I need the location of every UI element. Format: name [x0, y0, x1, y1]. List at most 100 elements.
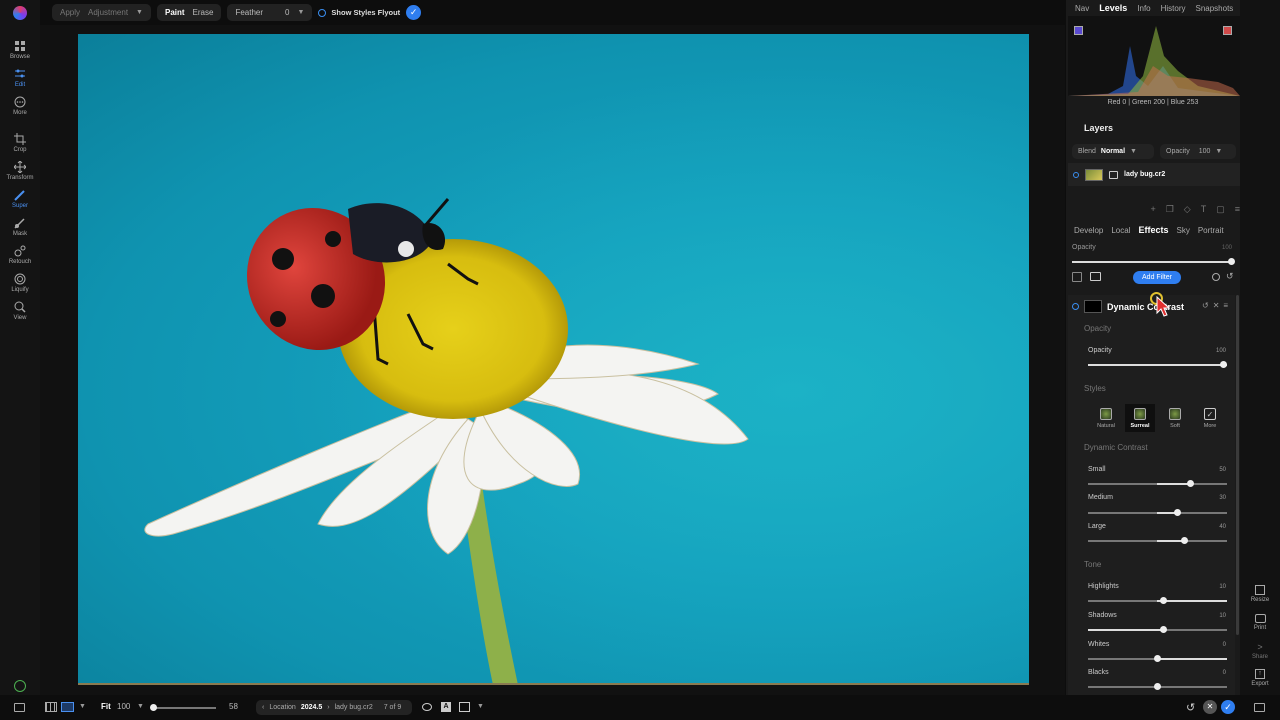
tool-view[interactable]: View	[0, 301, 40, 321]
location-value[interactable]: 2024.5	[301, 704, 322, 711]
tool-more[interactable]: More	[0, 96, 40, 116]
apply-adjustment-group[interactable]: Apply Adjustment ▼	[52, 4, 151, 21]
done-button[interactable]: ✓	[1221, 700, 1235, 714]
location-breadcrumb[interactable]: ‹ Location 2024.5 › lady bug.cr2 7 of 9	[256, 700, 412, 715]
feather-value[interactable]: 0	[285, 8, 289, 17]
single-view-icon[interactable]	[61, 702, 74, 712]
paint-fill-icon[interactable]: ◇	[1184, 204, 1191, 215]
share-button[interactable]: > Share	[1240, 642, 1280, 660]
tool-browse[interactable]: Browse	[0, 40, 40, 60]
apply-check-button[interactable]: ✓	[406, 5, 422, 20]
tool-crop[interactable]: Crop	[0, 133, 40, 153]
filter-visibility-icon[interactable]	[1072, 272, 1082, 282]
slider-knob[interactable]	[1220, 361, 1227, 368]
style-natural[interactable]: Natural	[1091, 404, 1121, 432]
tool-label: Super	[11, 203, 28, 209]
reset-icon[interactable]: ↺	[1226, 271, 1234, 282]
export-button[interactable]: ↑ Export	[1240, 669, 1280, 687]
adjustment-dropdown[interactable]: Adjustment	[88, 8, 128, 17]
histogram-graph	[1068, 26, 1240, 96]
layer-opacity-dropdown[interactable]: Opacity 100 ▼	[1160, 144, 1236, 159]
tab-history[interactable]: History	[1161, 4, 1186, 13]
fit-button[interactable]: Fit	[101, 702, 111, 711]
photo-canvas[interactable]	[78, 34, 1029, 685]
eye-icon[interactable]	[422, 703, 432, 711]
thumbnail-size-slider[interactable]	[152, 707, 216, 709]
erase-button[interactable]: Erase	[193, 8, 214, 17]
panel-scrollbar[interactable]	[1236, 295, 1239, 635]
add-filter-button[interactable]: Add Filter	[1133, 271, 1181, 284]
tool-liquify[interactable]: Liquify	[0, 273, 40, 293]
print-button[interactable]: Print	[1240, 614, 1280, 631]
tool-retouch[interactable]: Retouch	[0, 245, 40, 265]
add-layer-icon[interactable]: +	[1150, 204, 1155, 215]
visibility-icon[interactable]	[1073, 171, 1079, 178]
resize-button[interactable]: Resize	[1240, 585, 1280, 603]
mask-icon[interactable]	[1109, 170, 1118, 179]
slider-knob[interactable]	[1174, 509, 1181, 516]
delete-icon[interactable]: ▢	[1216, 204, 1225, 215]
layer-name: lady bug.cr2	[1124, 171, 1166, 178]
crop-icon	[14, 133, 26, 145]
tab-info[interactable]: Info	[1137, 4, 1150, 13]
tab-nav[interactable]: Nav	[1075, 4, 1089, 13]
resize-icon	[1255, 585, 1265, 595]
tool-edit[interactable]: Edit	[0, 68, 40, 88]
styles-flyout-toggle[interactable]: Show Styles Flyout	[318, 8, 400, 17]
style-surreal[interactable]: Surreal	[1125, 404, 1155, 432]
feather-group[interactable]: Feather 0 ▼	[227, 4, 313, 21]
style-more[interactable]: ✓ More	[1195, 404, 1225, 432]
style-soft[interactable]: Soft	[1160, 404, 1190, 432]
tab-effects[interactable]: Effects	[1138, 225, 1168, 235]
reset-icon[interactable]: ↺	[1202, 301, 1209, 310]
tool-label: Retouch	[8, 259, 32, 265]
slider-knob[interactable]	[150, 704, 157, 711]
sync-icon[interactable]	[14, 680, 26, 692]
filter-visibility-icon[interactable]	[1072, 303, 1079, 310]
mask-overlay-icon[interactable]	[459, 702, 470, 712]
shadow-clip-icon[interactable]	[1074, 26, 1083, 35]
slider-knob[interactable]	[1154, 683, 1161, 690]
filter-mask-thumbnail[interactable]	[1084, 300, 1102, 313]
tab-snapshots[interactable]: Snapshots	[1196, 4, 1234, 13]
app-logo-icon[interactable]	[13, 6, 27, 20]
text-icon[interactable]: T	[1201, 204, 1207, 215]
menu-icon[interactable]: ≡	[1223, 301, 1228, 310]
tool-super[interactable]: Super	[0, 189, 40, 209]
slider-knob[interactable]	[1181, 537, 1188, 544]
tab-local[interactable]: Local	[1111, 226, 1130, 235]
chevron-down-icon[interactable]: ▼	[79, 703, 86, 710]
blend-dropdown[interactable]: Blend Normal ▼	[1072, 144, 1154, 159]
tool-mask[interactable]: Mask	[0, 217, 40, 237]
settings-icon[interactable]	[1212, 273, 1220, 281]
chevron-down-icon: ▼	[297, 9, 305, 16]
cancel-button[interactable]: ✕	[1203, 700, 1217, 714]
chevron-down-icon[interactable]: ▼	[477, 703, 484, 710]
layer-row[interactable]: lady bug.cr2	[1068, 163, 1240, 186]
rtool-label: Resize	[1250, 597, 1270, 603]
grid-view-icon[interactable]	[45, 702, 57, 712]
duplicate-icon[interactable]: ❐	[1166, 204, 1174, 215]
tab-develop[interactable]: Develop	[1074, 226, 1103, 235]
slider-knob[interactable]	[1160, 626, 1167, 633]
tab-sky[interactable]: Sky	[1177, 226, 1190, 235]
filter-actions: ↺ ✕ ≡	[1202, 301, 1228, 310]
undo-icon[interactable]: ↺	[1186, 701, 1195, 714]
panel-toggle-icon[interactable]	[14, 703, 25, 712]
compare-icon[interactable]: A	[441, 702, 451, 712]
chevron-left-icon[interactable]: ‹	[262, 704, 264, 711]
tab-portrait[interactable]: Portrait	[1198, 226, 1224, 235]
mask-icon[interactable]	[1090, 272, 1101, 281]
zoom-value[interactable]: 100	[117, 702, 130, 711]
paint-button[interactable]: Paint	[165, 8, 185, 17]
right-panel-toggle-icon[interactable]	[1254, 703, 1265, 712]
slider-knob[interactable]	[1228, 258, 1235, 265]
tab-levels[interactable]: Levels	[1099, 3, 1127, 13]
highlight-clip-icon[interactable]	[1223, 26, 1232, 35]
tool-transform[interactable]: Transform	[0, 161, 40, 181]
close-icon[interactable]: ✕	[1213, 301, 1220, 310]
slider-knob[interactable]	[1154, 655, 1161, 662]
slider-knob[interactable]	[1160, 597, 1167, 604]
slider-knob[interactable]	[1187, 480, 1194, 487]
chevron-down-icon[interactable]: ▼	[137, 703, 144, 710]
